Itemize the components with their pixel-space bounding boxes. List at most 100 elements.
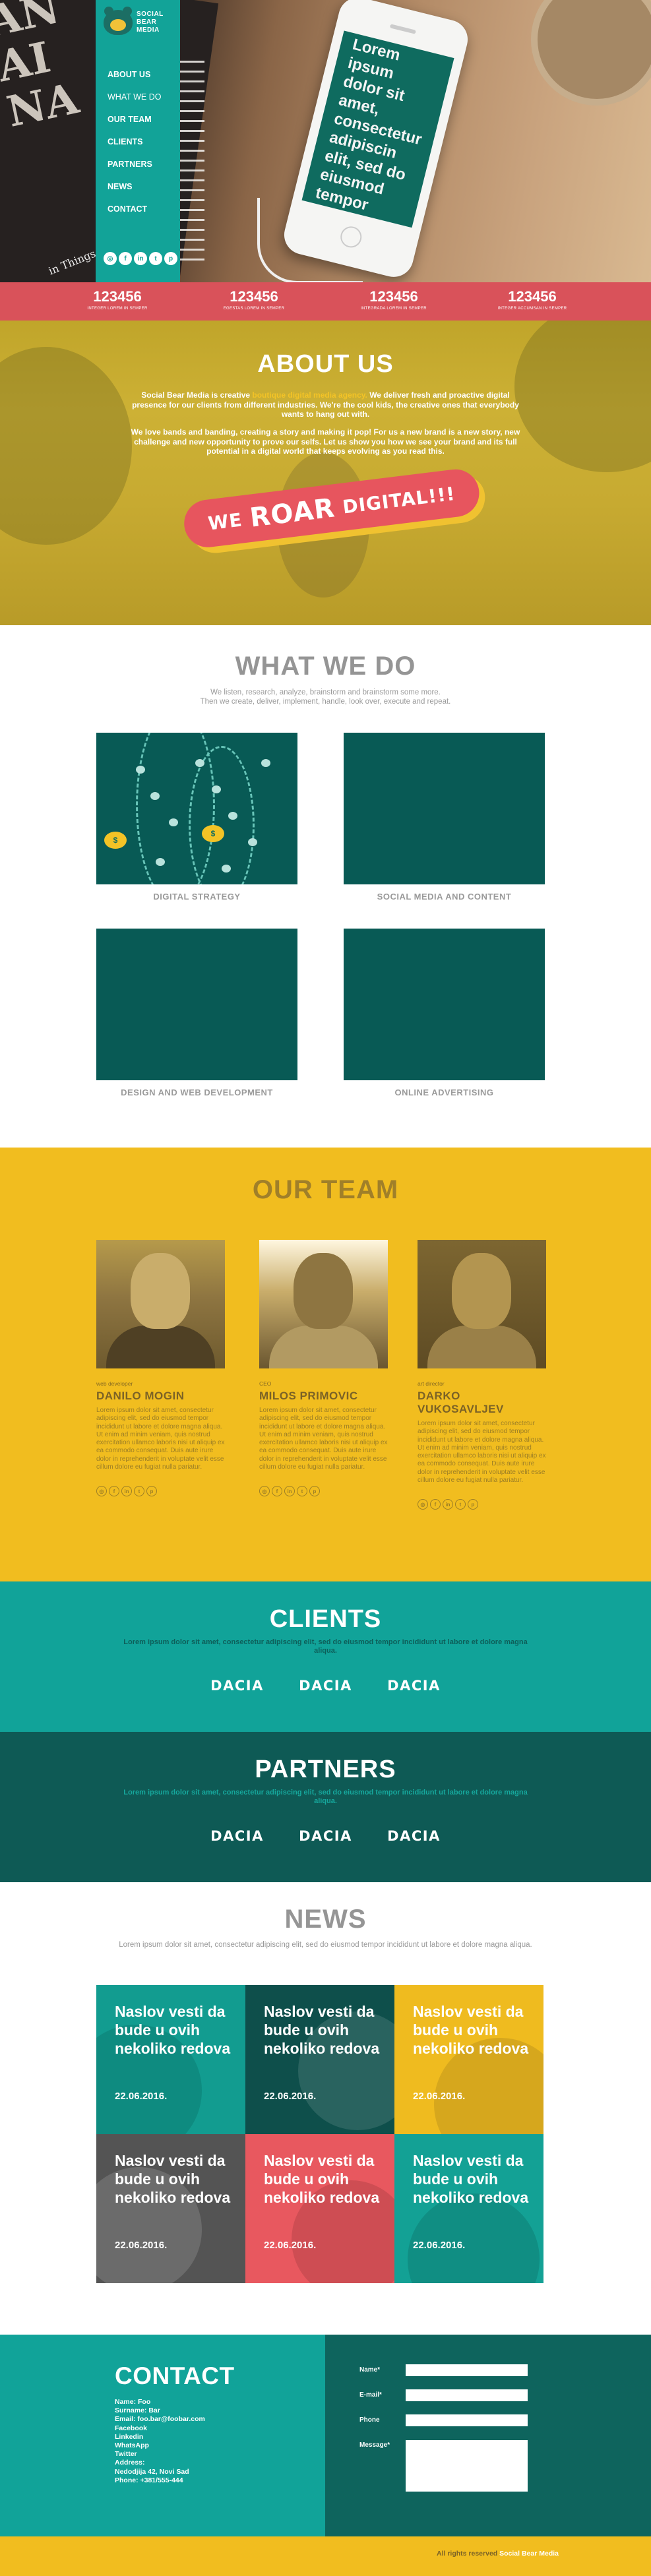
name-field[interactable] xyxy=(406,2364,528,2376)
stat-label: INTEGRADA LOREM IN SEMPER xyxy=(361,307,427,311)
member-social-links: ◎ f in t p xyxy=(259,1486,388,1497)
contact-surname: Surname: Bar xyxy=(115,2407,160,2415)
partners-subtitle: Lorem ipsum dolor sit amet, consectetur … xyxy=(123,1789,528,1805)
nav-item-partners[interactable]: PARTNERS xyxy=(108,159,161,181)
about-highlight: boutique digital media agency. xyxy=(252,390,367,400)
twitter-icon[interactable]: t xyxy=(455,1499,466,1510)
news-title: NEWS xyxy=(284,1905,367,1934)
target-icon: $ xyxy=(202,825,224,842)
news-card[interactable]: Naslov vesti da bude u ovih nekoliko red… xyxy=(245,1985,394,2134)
twitter-icon[interactable]: t xyxy=(134,1486,144,1497)
email-field[interactable] xyxy=(406,2389,528,2401)
partner-logo[interactable]: DACIA xyxy=(210,1828,264,1844)
client-logo[interactable]: DACIA xyxy=(387,1678,441,1694)
phone-screen-text: Lorem ipsum dolor sit amet, consectetur … xyxy=(313,35,424,214)
instagram-icon[interactable]: ◎ xyxy=(259,1486,270,1497)
member-role: web developer xyxy=(96,1380,133,1387)
news-card[interactable]: Naslov vesti da bude u ovih nekoliko red… xyxy=(245,2134,394,2283)
stat-item: 123456 INTEGER ACCUMSAN IN SEMPER xyxy=(476,289,588,311)
client-logo[interactable]: DACIA xyxy=(210,1678,264,1694)
member-role: CEO xyxy=(259,1380,272,1387)
member-social-links: ◎ f in t p xyxy=(418,1499,546,1510)
service-label: ONLINE ADVERTISING xyxy=(394,1088,494,1097)
twitter-icon[interactable]: t xyxy=(297,1486,307,1497)
partner-logo[interactable]: DACIA xyxy=(299,1828,353,1844)
twitter-icon[interactable]: t xyxy=(149,252,162,265)
nav-item-clients[interactable]: CLIENTS xyxy=(108,137,161,159)
nav-menu: ABOUT US WHAT WE DO OUR TEAM CLIENTS PAR… xyxy=(108,69,161,226)
linkedin-icon[interactable]: in xyxy=(284,1486,295,1497)
member-bio: Lorem ipsum dolor sit amet, consectetur … xyxy=(418,1420,546,1485)
member-name: DANILO MOGIN xyxy=(96,1390,185,1402)
service-tile-digital-strategy[interactable]: $ $ xyxy=(96,733,297,884)
pinterest-icon[interactable]: p xyxy=(468,1499,478,1510)
service-tile-online-advertising[interactable] xyxy=(344,929,545,1080)
news-card[interactable]: Naslov vesti da bude u ovih nekoliko red… xyxy=(96,1985,245,2134)
client-logo[interactable]: DACIA xyxy=(299,1678,353,1694)
instagram-icon[interactable]: ◎ xyxy=(96,1486,107,1497)
news-date: 22.06.2016. xyxy=(115,2091,168,2102)
contact-info-panel: CONTACT Name: Foo Surname: Bar Email: fo… xyxy=(0,2335,325,2536)
brand-logo[interactable]: SOCIAL BEAR MEDIA xyxy=(104,7,175,40)
nav-item-what-we-do[interactable]: WHAT WE DO xyxy=(108,92,161,114)
stat-item: 123456 INTEGER LOREM IN SEMPER xyxy=(61,289,173,311)
stat-item: 123456 INTEGRADA LOREM IN SEMPER xyxy=(338,289,450,311)
footer-copyright: All rights reserved Social Bear Media xyxy=(437,2550,559,2558)
phone-home-button xyxy=(338,224,364,250)
facebook-icon[interactable]: f xyxy=(119,252,132,265)
message-label: Message* xyxy=(359,2441,390,2449)
member-name: DARKO VUKOSAVLJEV xyxy=(418,1390,504,1415)
linkedin-icon[interactable]: in xyxy=(121,1486,132,1497)
stat-item: 123456 EGESTAS LOREM IN SEMPER xyxy=(198,289,310,311)
linkedin-icon[interactable]: in xyxy=(134,252,147,265)
news-card[interactable]: Naslov vesti da bude u ovih nekoliko red… xyxy=(394,1985,543,2134)
pinterest-icon[interactable]: p xyxy=(146,1486,157,1497)
nav-item-about-us[interactable]: ABOUT US xyxy=(108,69,161,92)
nav-item-news[interactable]: NEWS xyxy=(108,181,161,204)
about-section: ABOUT US Social Bear Media is creative b… xyxy=(0,321,651,625)
news-subtitle: Lorem ipsum dolor sit amet, consectetur … xyxy=(119,1941,532,1949)
hero-section: AN AI NA in Things pace Lorem ipsum dolor … xyxy=(0,0,651,282)
instagram-icon[interactable]: ◎ xyxy=(418,1499,428,1510)
linkedin-icon[interactable]: in xyxy=(443,1499,453,1510)
contact-linkedin-link[interactable]: Linkedin xyxy=(115,2433,205,2441)
member-bio: Lorem ipsum dolor sit amet, consectetur … xyxy=(96,1407,225,1471)
member-role: art director xyxy=(418,1380,445,1387)
bear-logo-icon xyxy=(104,7,133,35)
nav-item-our-team[interactable]: OUR TEAM xyxy=(108,114,161,137)
footer-brand[interactable]: Social Bear Media xyxy=(499,2550,559,2558)
facebook-icon[interactable]: f xyxy=(109,1486,119,1497)
message-field[interactable] xyxy=(406,2440,528,2492)
pinterest-icon[interactable]: p xyxy=(309,1486,320,1497)
phone-speaker xyxy=(389,24,417,34)
service-tile-design-web[interactable] xyxy=(96,929,297,1080)
member-bio: Lorem ipsum dolor sit amet, consectetur … xyxy=(259,1407,388,1471)
clients-subtitle: Lorem ipsum dolor sit amet, consectetur … xyxy=(123,1638,528,1655)
contact-whatsapp-link[interactable]: WhatsApp xyxy=(115,2441,205,2450)
facebook-icon[interactable]: f xyxy=(430,1499,441,1510)
member-social-links: ◎ f in t p xyxy=(96,1486,225,1497)
news-card[interactable]: Naslov vesti da bude u ovih nekoliko red… xyxy=(96,2134,245,2283)
news-date: 22.06.2016. xyxy=(413,2240,466,2251)
email-label: E-mail* xyxy=(359,2391,382,2399)
contact-facebook-link[interactable]: Facebook xyxy=(115,2424,205,2433)
news-date: 22.06.2016. xyxy=(264,2240,317,2251)
stat-value: 123456 xyxy=(369,288,418,305)
service-label: DIGITAL STRATEGY xyxy=(153,892,241,902)
service-tile-social-media[interactable] xyxy=(344,733,545,884)
news-date: 22.06.2016. xyxy=(413,2091,466,2102)
instagram-icon[interactable]: ◎ xyxy=(104,252,117,265)
contact-twitter-link[interactable]: Twitter xyxy=(115,2450,205,2459)
avatar xyxy=(96,1240,225,1368)
nav-item-contact[interactable]: CONTACT xyxy=(108,204,161,226)
avatar xyxy=(259,1240,388,1368)
contact-email[interactable]: Email: foo.bar@foobar.com xyxy=(115,2415,205,2424)
facebook-icon[interactable]: f xyxy=(272,1486,282,1497)
pinterest-icon[interactable]: p xyxy=(164,252,177,265)
phone-field[interactable] xyxy=(406,2414,528,2426)
news-card[interactable]: Naslov vesti da bude u ovih nekoliko red… xyxy=(394,2134,543,2283)
partner-logo[interactable]: DACIA xyxy=(387,1828,441,1844)
news-date: 22.06.2016. xyxy=(264,2091,317,2102)
book-cover-text: AN AI NA xyxy=(0,0,83,137)
sidebar-nav: SOCIAL BEAR MEDIA ABOUT US WHAT WE DO OUR … xyxy=(96,0,180,282)
